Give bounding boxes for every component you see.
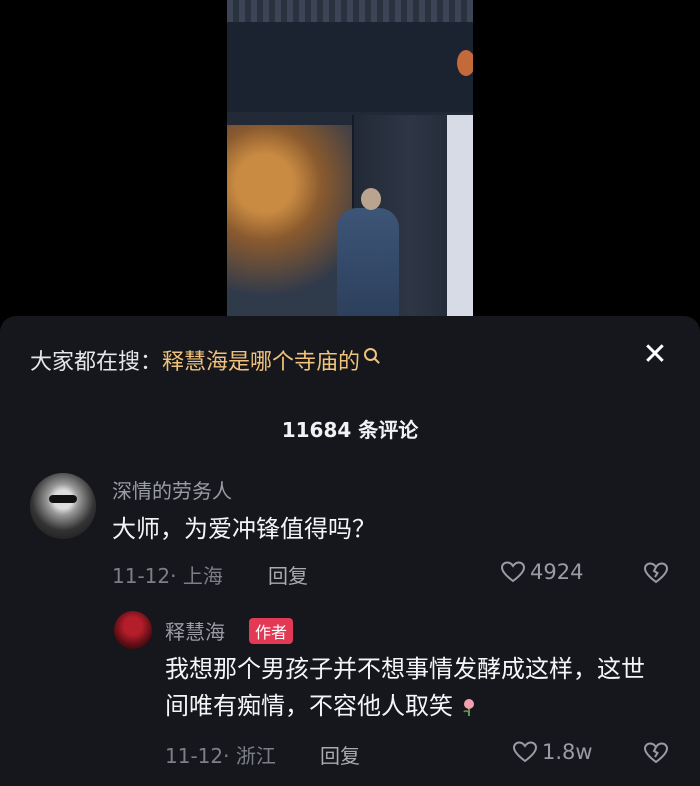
reply-meta: 11-12· 浙江 — [165, 744, 276, 768]
lantern — [457, 50, 473, 76]
comment-count: 11684 条评论 — [281, 418, 419, 442]
like-button[interactable]: 4924 — [500, 560, 583, 584]
reply-button[interactable]: 回复 — [268, 560, 308, 589]
author-badge: 作者 — [249, 618, 294, 644]
temple-wall — [447, 115, 473, 320]
avatar[interactable] — [30, 473, 96, 539]
video-thumbnail[interactable] — [227, 0, 473, 320]
dislike-button[interactable] — [643, 742, 669, 768]
comment-text: 大师，为爱冲锋值得吗？ — [112, 515, 376, 543]
search-icon[interactable] — [364, 347, 378, 361]
like-button[interactable]: 1.8w — [512, 740, 593, 764]
broken-heart-icon — [643, 562, 669, 584]
like-count: 4924 — [530, 560, 584, 584]
heart-icon — [500, 561, 526, 583]
reply-text-content: 我想那个男孩子并不想事情发酵成这样，这世间唯有痴情，不容他人取笑 — [165, 655, 645, 720]
close-icon[interactable]: ✕ — [640, 340, 670, 370]
comment-meta: 11-12· 上海 — [112, 564, 223, 588]
reply-button[interactable]: 回复 — [320, 740, 360, 769]
reply-username[interactable]: 释慧海 — [165, 616, 225, 645]
search-prefix: 大家都在搜： — [30, 350, 163, 375]
heart-icon — [512, 741, 538, 763]
monk-figure — [337, 208, 399, 320]
author-avatar[interactable] — [114, 611, 152, 649]
temple-roof — [227, 0, 473, 22]
like-count: 1.8w — [542, 740, 593, 764]
dislike-button[interactable] — [643, 562, 669, 588]
monk-head — [361, 188, 381, 210]
search-suggestion[interactable]: 大家都在搜： 释慧海是哪个寺庙的 — [30, 344, 378, 376]
video-area[interactable] — [0, 0, 700, 330]
temple-eave — [227, 22, 473, 112]
reply-text: 我想那个男孩子并不想事情发酵成这样，这世间唯有痴情，不容他人取笑 — [165, 651, 645, 725]
rose-icon — [463, 699, 474, 716]
autumn-trees — [227, 125, 352, 320]
comment-username[interactable]: 深情的劳务人 — [112, 475, 232, 504]
search-query-link[interactable]: 释慧海是哪个寺庙的 — [162, 344, 360, 376]
broken-heart-icon — [643, 742, 669, 764]
comments-sheet: 大家都在搜： 释慧海是哪个寺庙的 ✕ 11684 条评论 深情的劳务人 大师，为… — [0, 316, 700, 786]
